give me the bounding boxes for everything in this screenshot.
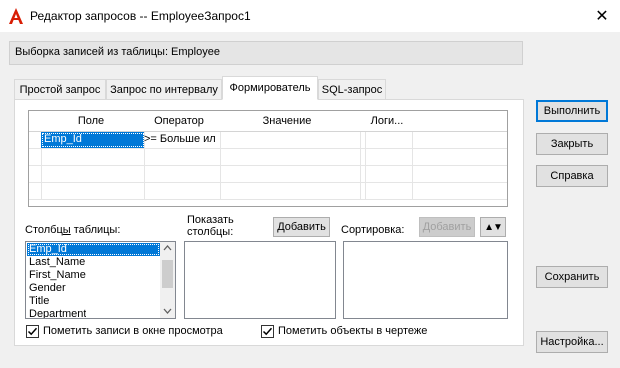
logic-cell[interactable] bbox=[365, 166, 413, 182]
logic-cell[interactable] bbox=[365, 183, 413, 199]
list-item[interactable]: Gender bbox=[27, 282, 66, 295]
show-columns-list[interactable] bbox=[184, 241, 336, 319]
help-button[interactable]: Справка bbox=[536, 165, 608, 187]
checkmark-icon bbox=[262, 327, 273, 336]
operator-cell[interactable] bbox=[141, 149, 221, 165]
table-columns-list[interactable]: Emp_Id Last_Name First_Name Gender Title… bbox=[25, 241, 176, 319]
tab-simple-query[interactable]: Простой запрос bbox=[14, 79, 106, 99]
operator-cell[interactable] bbox=[141, 183, 221, 199]
execute-button[interactable]: Выполнить bbox=[536, 100, 608, 122]
autocad-logo-icon bbox=[8, 7, 24, 25]
mark-view-checkbox[interactable] bbox=[26, 325, 39, 338]
logic-cell[interactable] bbox=[365, 132, 413, 148]
save-button[interactable]: Сохранить bbox=[536, 266, 608, 288]
value-cell[interactable] bbox=[217, 149, 361, 165]
table-row[interactable] bbox=[29, 166, 507, 183]
list-item[interactable]: Title bbox=[27, 295, 49, 308]
close-button[interactable]: Закрыть bbox=[536, 133, 608, 155]
window-title: Редактор запросов -- EmployeeЗапрос1 bbox=[30, 9, 251, 23]
table-columns-label: Столбцы таблицы: bbox=[25, 224, 120, 236]
operator-cell[interactable] bbox=[141, 166, 221, 182]
list-item[interactable]: First_Name bbox=[27, 269, 86, 282]
logic-cell[interactable] bbox=[365, 149, 413, 165]
operator-cell[interactable]: >= Больше ил bbox=[141, 132, 221, 148]
field-cell[interactable]: Emp_Id bbox=[41, 132, 145, 148]
list-item[interactable]: Department bbox=[27, 308, 86, 318]
grid-header-logic: Логи... bbox=[365, 111, 410, 132]
value-cell[interactable] bbox=[217, 132, 361, 148]
add-sort-button[interactable]: Добавить bbox=[419, 217, 475, 237]
field-cell[interactable] bbox=[41, 149, 145, 165]
table-row[interactable]: Emp_Id >= Больше ил bbox=[29, 132, 507, 149]
add-show-column-button[interactable]: Добавить bbox=[273, 217, 330, 237]
label-part: таблицы: bbox=[70, 224, 121, 236]
scroll-up-icon[interactable] bbox=[163, 245, 172, 251]
label-part: Столбц bbox=[25, 224, 63, 236]
columns-scrollbar[interactable] bbox=[160, 242, 175, 318]
grid-header-value: Значение bbox=[217, 111, 358, 132]
grid-header-operator: Оператор bbox=[141, 111, 218, 132]
table-row[interactable] bbox=[29, 183, 507, 200]
mark-drawing-label[interactable]: Пометить объекты в чертеже bbox=[278, 325, 427, 337]
tab-range-query[interactable]: Запрос по интервалу bbox=[106, 79, 222, 99]
label-line: столбцы: bbox=[187, 226, 234, 238]
value-cell[interactable] bbox=[217, 183, 361, 199]
close-icon[interactable]: ✕ bbox=[590, 4, 614, 28]
sort-list[interactable] bbox=[343, 241, 508, 319]
source-table-info: Выборка записей из таблицы: Employee bbox=[9, 41, 523, 65]
tab-builder[interactable]: Формирователь bbox=[222, 76, 318, 100]
table-row[interactable] bbox=[29, 149, 507, 166]
scroll-down-icon[interactable] bbox=[163, 308, 172, 314]
grid-header-empty bbox=[409, 111, 507, 132]
sort-label: Сортировка: bbox=[341, 224, 405, 236]
conditions-grid[interactable]: Поле Оператор Значение Логи... Emp_Id >=… bbox=[28, 110, 508, 207]
value-cell[interactable] bbox=[217, 166, 361, 182]
grid-header-field: Поле bbox=[41, 111, 142, 132]
field-cell[interactable] bbox=[41, 183, 145, 199]
scrollbar-thumb[interactable] bbox=[162, 260, 173, 288]
sort-order-icon[interactable]: ▲▼ bbox=[480, 217, 506, 237]
checkmark-icon bbox=[27, 327, 38, 336]
label-line: Показать bbox=[187, 214, 234, 226]
mark-view-label[interactable]: Пометить записи в окне просмотра bbox=[43, 325, 223, 337]
settings-button[interactable]: Настройка... bbox=[536, 331, 608, 353]
mark-drawing-checkbox[interactable] bbox=[261, 325, 274, 338]
show-columns-label: Показать столбцы: bbox=[187, 214, 234, 238]
list-item[interactable]: Emp_Id bbox=[27, 243, 160, 256]
list-item[interactable]: Last_Name bbox=[27, 256, 85, 269]
source-table-text: Выборка записей из таблицы: Employee bbox=[15, 46, 220, 58]
field-cell[interactable] bbox=[41, 166, 145, 182]
label-mnemonic: ы bbox=[62, 224, 71, 236]
tab-sql-query[interactable]: SQL-запрос bbox=[318, 79, 386, 99]
